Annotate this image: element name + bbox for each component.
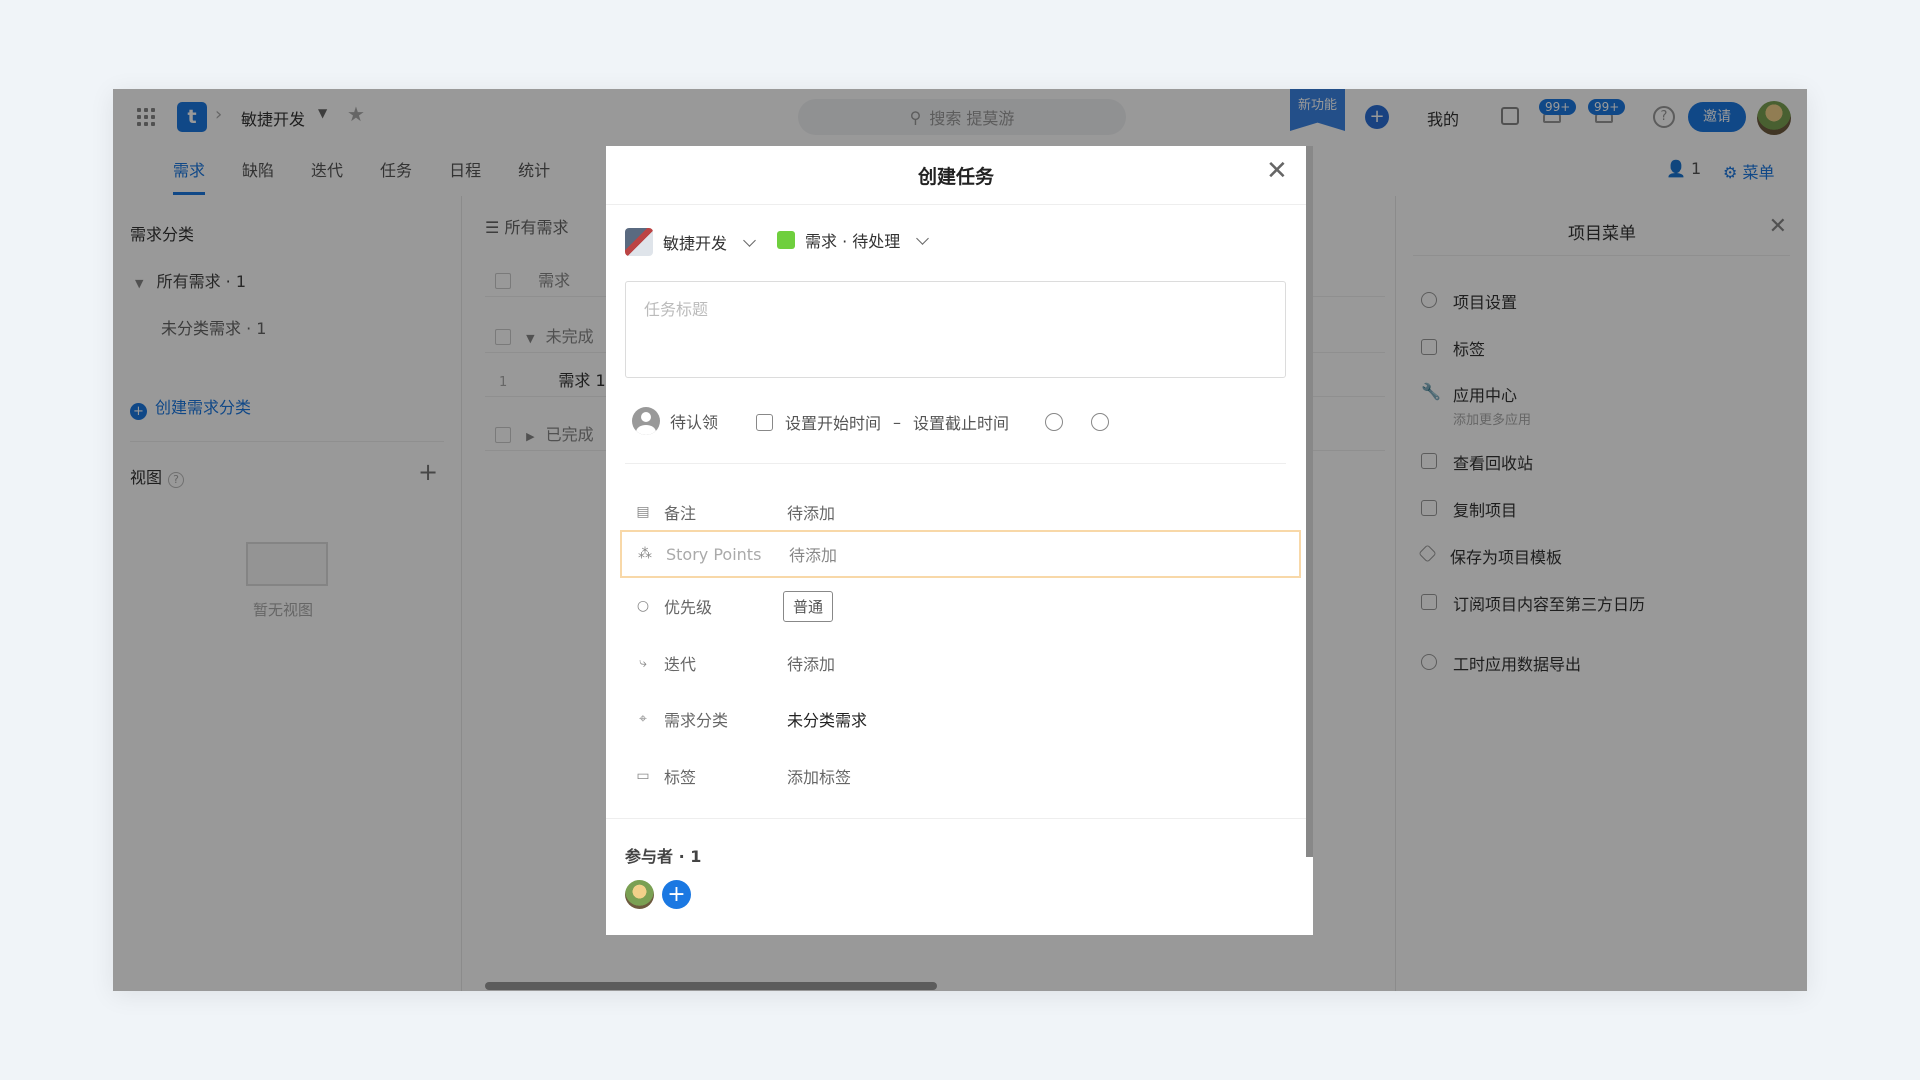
end-time-field[interactable]: 设置截止时间 xyxy=(913,410,1009,434)
field-value[interactable]: 待添加 xyxy=(789,542,837,566)
user-placeholder-icon xyxy=(632,407,660,435)
field-value[interactable]: 添加标签 xyxy=(787,764,851,788)
field-label: 迭代 xyxy=(664,655,697,674)
iteration-icon: ⤷ xyxy=(639,655,647,671)
close-icon[interactable]: ✕ xyxy=(1266,158,1288,184)
field-value[interactable]: 未分类需求 xyxy=(787,707,867,731)
location-pin-icon: ⌖ xyxy=(639,711,647,727)
field-note[interactable]: ▤ 备注 待添加 xyxy=(620,488,1301,536)
divider xyxy=(625,463,1286,464)
participant-avatar[interactable] xyxy=(625,880,654,909)
repeat-icon[interactable] xyxy=(1045,413,1064,431)
calendar-icon xyxy=(756,413,773,431)
divider xyxy=(606,818,1306,819)
type-status-label: 需求 · 待处理 xyxy=(805,232,901,251)
field-iteration[interactable]: ⤷ 迭代 待添加 xyxy=(620,639,1301,687)
start-time-field[interactable]: 设置开始时间 xyxy=(785,410,881,434)
story-points-icon: ⁂ xyxy=(638,546,652,562)
participants-title: 参与者 · 1 xyxy=(625,847,702,866)
project-selector[interactable]: 敏捷开发 xyxy=(625,228,760,256)
create-task-dialog: 创建任务 ✕ 敏捷开发 需求 · 待处理 待认领 设置开始时间 – 设置截止时间… xyxy=(606,146,1313,935)
date-separator: – xyxy=(893,412,902,432)
chevron-down-icon xyxy=(916,231,930,245)
note-icon: ▤ xyxy=(636,504,650,520)
task-title-input[interactable] xyxy=(625,281,1286,378)
add-participant-button[interactable]: + xyxy=(662,880,691,909)
assignee-label: 待认领 xyxy=(670,413,719,432)
field-story-points[interactable]: ⁂ Story Points 待添加 xyxy=(620,530,1301,578)
field-label: 标签 xyxy=(664,768,697,787)
dialog-scrollbar[interactable] xyxy=(1306,146,1313,857)
field-tags[interactable]: ▭ 标签 添加标签 xyxy=(620,752,1301,800)
priority-circle-icon: ○ xyxy=(636,598,650,614)
project-thumbnail xyxy=(625,228,653,256)
field-value[interactable]: 待添加 xyxy=(787,651,835,675)
type-status-selector[interactable]: 需求 · 待处理 xyxy=(777,228,933,252)
alarm-icon[interactable] xyxy=(1091,413,1110,431)
divider xyxy=(606,204,1306,205)
field-label: Story Points xyxy=(666,544,762,564)
field-value[interactable]: 待添加 xyxy=(787,500,835,524)
priority-button[interactable]: 普通 xyxy=(783,590,834,622)
requirement-type-icon xyxy=(777,231,795,249)
field-label: 优先级 xyxy=(664,598,713,617)
tag-icon: ▭ xyxy=(636,768,650,784)
date-range-selector: 设置开始时间 – 设置截止时间 xyxy=(756,410,1110,434)
assignee-selector[interactable]: 待认领 xyxy=(632,407,718,435)
field-category[interactable]: ⌖ 需求分类 未分类需求 xyxy=(620,695,1301,743)
field-label: 需求分类 xyxy=(664,711,729,730)
field-label: 备注 xyxy=(664,504,697,523)
field-priority[interactable]: ○ 优先级 普通 xyxy=(620,582,1301,630)
chevron-down-icon xyxy=(743,233,756,247)
project-selector-label: 敏捷开发 xyxy=(663,234,728,253)
dialog-title: 创建任务 xyxy=(917,166,994,188)
